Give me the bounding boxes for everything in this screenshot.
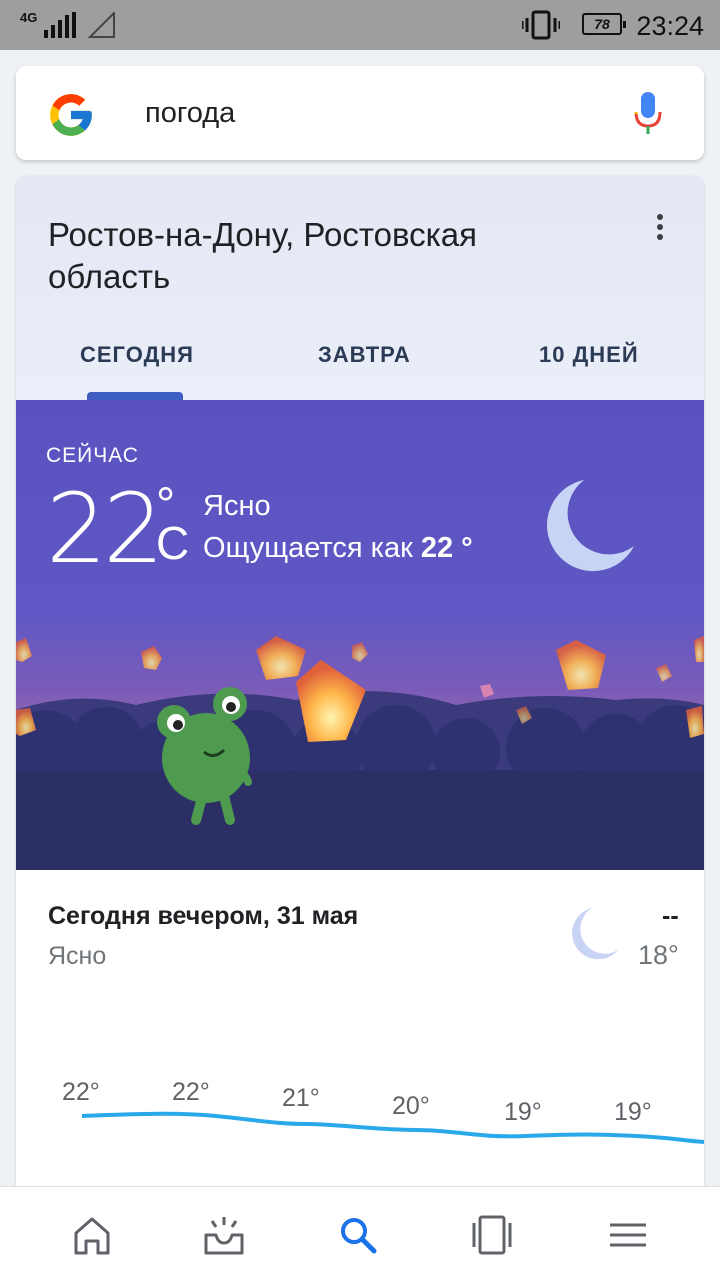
tab-today[interactable]: СЕГОДНЯ: [80, 342, 194, 368]
weather-illustration: СЕЙЧАС 22 ° C Ясно Ощущается как 22 °: [16, 400, 704, 870]
tonight-precipitation: --: [662, 902, 679, 930]
search-bar[interactable]: [16, 66, 704, 160]
tab-10-days[interactable]: 10 ДНЕЙ: [539, 342, 639, 368]
network-type: 4G: [20, 10, 38, 25]
weather-card-header: Ростов-на-Дону, Ростовская область СЕГОД…: [16, 176, 704, 400]
hourly-temp-label: 19°: [614, 1098, 652, 1126]
menu-icon[interactable]: [606, 1213, 650, 1257]
no-sim-icon: [88, 12, 115, 38]
battery-icon: 78: [582, 13, 626, 35]
signal-icon: [44, 12, 76, 38]
hourly-temp-label: 19°: [504, 1098, 542, 1126]
google-logo[interactable]: [46, 90, 96, 140]
temperature-curve: [81, 1111, 704, 1144]
current-condition: Ясно: [203, 490, 271, 522]
hourly-temp-label: 21°: [282, 1084, 320, 1112]
recents-icon[interactable]: [470, 1213, 514, 1257]
current-temperature: 22: [46, 473, 164, 585]
more-options-button[interactable]: [648, 214, 672, 244]
mic-icon[interactable]: [633, 92, 663, 136]
tonight-low-temp: 18°: [638, 940, 679, 970]
moon-icon: [572, 908, 618, 960]
hourly-temp-label: 20°: [392, 1092, 430, 1120]
feels-like-value: 22 °: [420, 532, 473, 564]
tab-tomorrow[interactable]: ЗАВТРА: [318, 342, 411, 368]
hourly-temp-label: 22°: [172, 1078, 210, 1106]
weather-card: Ростов-на-Дону, Ростовская область СЕГОД…: [16, 176, 704, 1186]
hourly-temperature-graph[interactable]: 22° 22° 21° 20° 19° 19°: [16, 1072, 704, 1186]
tonight-condition: Ясно: [48, 942, 107, 970]
location-title: Ростов-на-Дону, Ростовская область: [48, 216, 477, 295]
more-dot-icon: [657, 224, 663, 230]
vibrate-icon: [522, 10, 560, 40]
feels-like-label: Ощущается как: [203, 532, 413, 564]
temperature-unit-toggle[interactable]: C: [156, 520, 189, 566]
now-label: СЕЙЧАС: [46, 444, 139, 467]
tab-indicator: [87, 392, 183, 400]
bottom-navigation: [0, 1186, 720, 1280]
hourly-temp-label: 22°: [62, 1078, 100, 1106]
night-scene-illustration: [16, 400, 704, 870]
feels-like: Ощущается как 22 °: [203, 532, 473, 565]
more-dot-icon: [657, 234, 663, 240]
search-input[interactable]: погода: [145, 97, 235, 130]
status-bar: 4G 78 23:24: [0, 0, 720, 50]
clock: 23:24: [636, 11, 704, 41]
home-icon[interactable]: [70, 1213, 114, 1257]
tonight-title: Сегодня вечером, 31 мая: [48, 902, 359, 930]
search-icon[interactable]: [336, 1213, 380, 1257]
more-dot-icon: [657, 214, 663, 220]
updates-icon[interactable]: [202, 1213, 246, 1257]
